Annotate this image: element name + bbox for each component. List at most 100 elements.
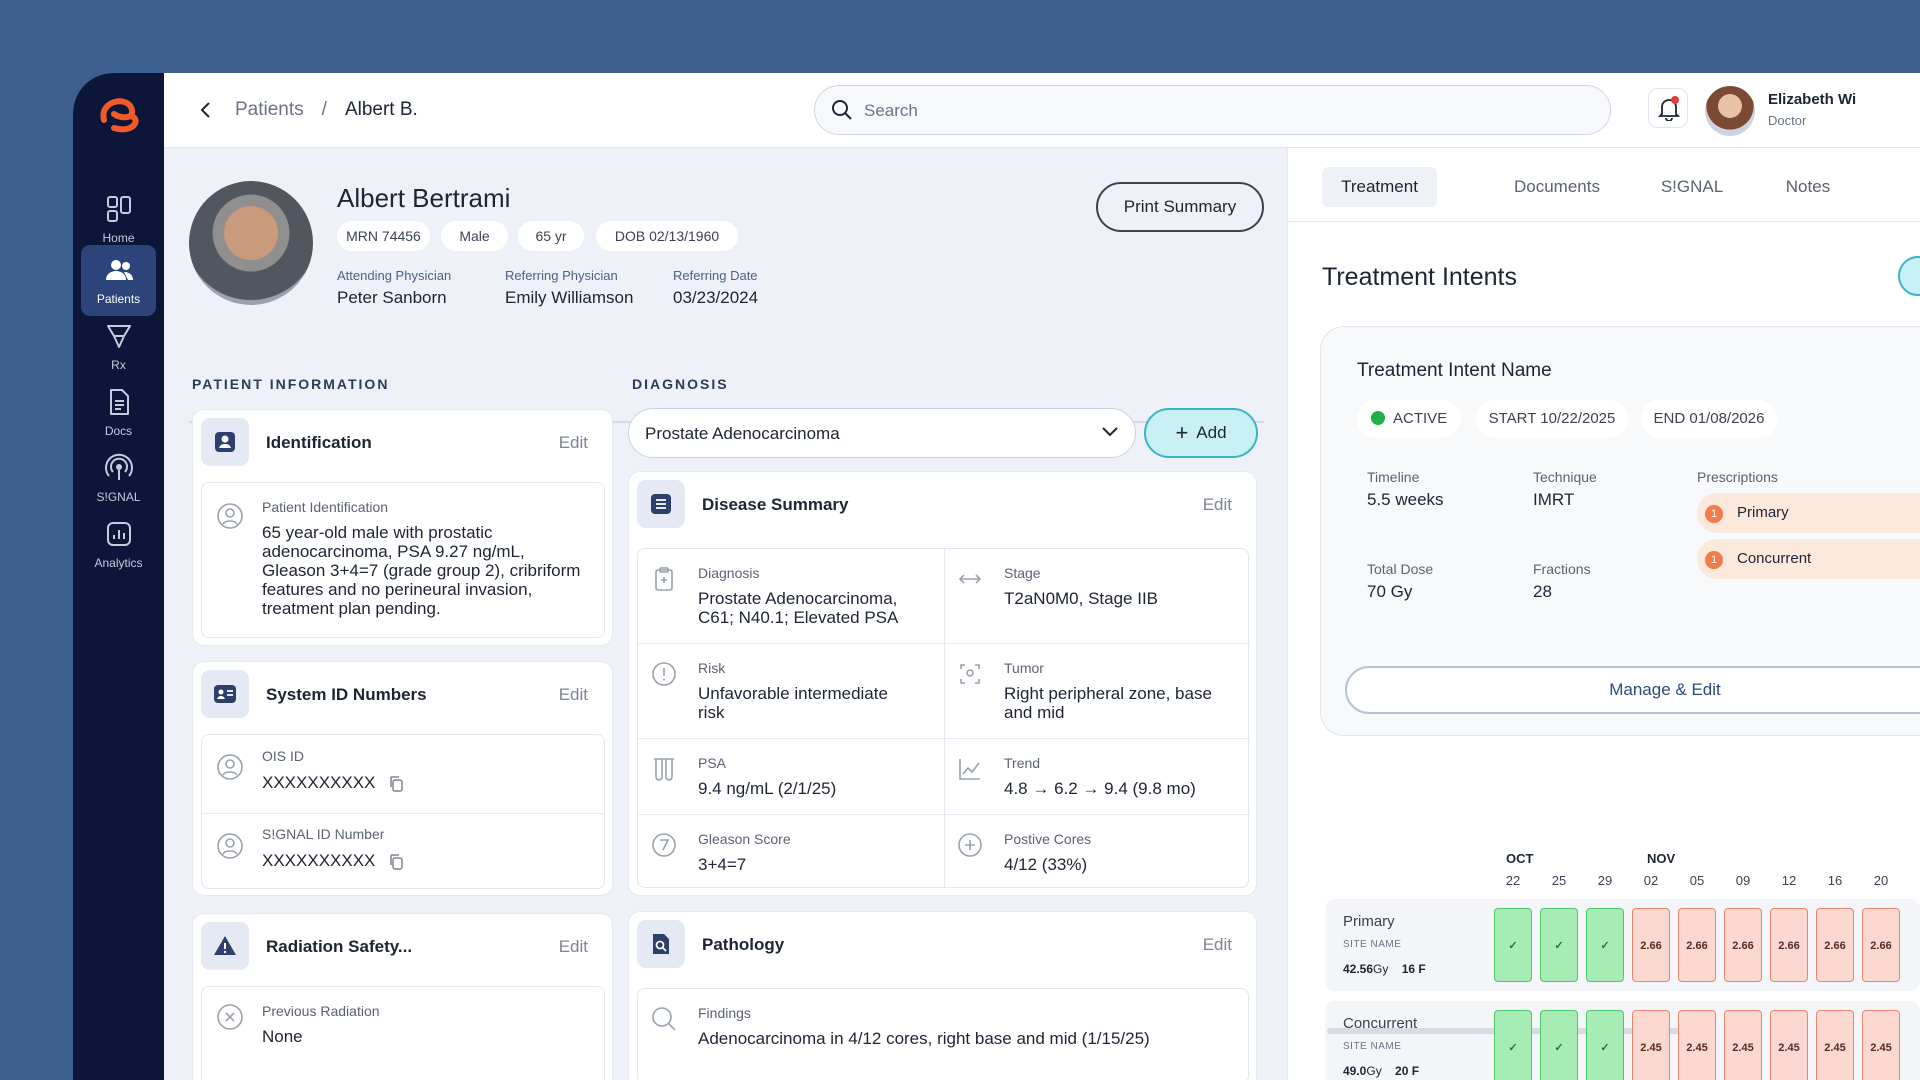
field-label: Patient Identification <box>262 499 389 515</box>
tumor-label: Tumor <box>1004 660 1044 676</box>
fractions-value: 28 <box>1533 582 1552 601</box>
tab-notes[interactable]: Notes <box>1758 167 1858 207</box>
search-input[interactable]: Search <box>814 85 1611 135</box>
tab-treatment[interactable]: Treatment <box>1322 167 1437 207</box>
patient-photo <box>189 181 313 305</box>
radiation-safety-card: Radiation Safety... Edit Previous Radiat… <box>192 913 613 1080</box>
rx-beam-icon <box>107 325 131 348</box>
row-divider <box>202 813 604 814</box>
id-icon <box>201 418 249 466</box>
manage-edit-button[interactable]: Manage & Edit <box>1345 666 1920 714</box>
user-name: Elizabeth Wi <box>1768 91 1857 108</box>
fraction-pending-cell[interactable]: 2.45 <box>1632 1010 1670 1080</box>
tab-signal[interactable]: S!GNAL <box>1633 167 1751 207</box>
treatment-intent-card: Treatment Intent Name ACTIVE START 10/22… <box>1320 326 1920 736</box>
gleason-label: Gleason Score <box>698 831 791 847</box>
prescription-primary[interactable]: 1 Primary <box>1697 493 1920 533</box>
tab-documents[interactable]: Documents <box>1484 167 1630 207</box>
fraction-complete-cell[interactable]: ✓ <box>1494 1010 1532 1080</box>
fraction-pending-cell[interactable]: 2.45 <box>1862 1010 1900 1080</box>
day-label: 05 <box>1689 873 1705 888</box>
identification-edit-button[interactable]: Edit <box>559 433 588 453</box>
day-label: 22 <box>1505 873 1521 888</box>
user-avatar[interactable] <box>1705 86 1755 136</box>
fraction-complete-cell[interactable]: ✓ <box>1494 908 1532 982</box>
pathology-edit-button[interactable]: Edit <box>1203 935 1232 955</box>
row-name: Primary <box>1343 913 1395 930</box>
risk-value: Unfavorable intermediate risk <box>698 684 888 722</box>
signal-id-label: S!GNAL ID Number <box>262 826 385 842</box>
fraction-complete-cell[interactable]: ✓ <box>1586 1010 1624 1080</box>
fraction-pending-cell[interactable]: 2.66 <box>1632 908 1670 982</box>
prescription-count-badge: 1 <box>1705 505 1723 523</box>
system-ids-edit-button[interactable]: Edit <box>559 685 588 705</box>
card-header: Pathology Edit <box>629 912 1256 976</box>
user-circle-icon <box>217 754 243 780</box>
day-label: 25 <box>1551 873 1567 888</box>
system-ids-fields: OIS ID XXXXXXXXXX S!GNAL ID Number XXXXX… <box>201 734 605 889</box>
signal-id-value: XXXXXXXXXX <box>262 851 376 870</box>
fraction-pending-cell[interactable]: 2.45 <box>1770 1010 1808 1080</box>
nav-signal[interactable]: S!GNAL <box>81 443 156 514</box>
prescription-concurrent[interactable]: 1 Concurrent <box>1697 539 1920 579</box>
row-dose-unit: Gy <box>1366 1064 1382 1078</box>
diagnosis-heading: DIAGNOSIS <box>632 376 729 392</box>
ois-id-value: XXXXXXXXXX <box>262 773 376 792</box>
fraction-pending-cell[interactable]: 2.66 <box>1724 908 1762 982</box>
radiation-safety-edit-button[interactable]: Edit <box>559 937 588 957</box>
copy-icon[interactable] <box>388 775 404 793</box>
fraction-pending-cell[interactable]: 2.66 <box>1862 908 1900 982</box>
fraction-pending-cell[interactable]: 2.66 <box>1816 908 1854 982</box>
prescription-label: Primary <box>1737 504 1789 521</box>
add-diagnosis-button[interactable]: + Add <box>1144 408 1258 458</box>
treatment-intents-title: Treatment Intents <box>1322 263 1517 291</box>
breadcrumb-patients-link[interactable]: Patients <box>235 99 304 121</box>
back-chevron-icon[interactable] <box>199 100 213 120</box>
copy-icon[interactable] <box>388 853 404 871</box>
fraction-pending-cell[interactable]: 2.45 <box>1816 1010 1854 1080</box>
fraction-complete-cell[interactable]: ✓ <box>1540 1010 1578 1080</box>
nav-label: Docs <box>104 424 133 438</box>
fraction-pending-cell[interactable]: 2.45 <box>1678 1010 1716 1080</box>
app-logo-icon[interactable] <box>94 90 144 140</box>
add-intent-button[interactable] <box>1898 256 1920 296</box>
attending-value: Peter Sanborn <box>337 288 447 307</box>
app-window: Home Patients Rx Docs S!GNAL Analytics P… <box>73 73 1920 1080</box>
nav-docs[interactable]: Docs <box>81 377 156 448</box>
active-dot <box>1371 411 1385 425</box>
diagnosis-value: Prostate Adenocarcinoma, C61; N40.1; Ele… <box>698 589 899 627</box>
start-date-badge: START 10/22/2025 <box>1476 400 1628 438</box>
nav-label: Patients <box>96 292 141 306</box>
patient-name: Albert Bertrami <box>337 183 511 213</box>
nav-analytics[interactable]: Analytics <box>81 509 156 580</box>
referring-date-label: Referring Date <box>673 268 758 283</box>
notification-dot <box>1671 96 1679 104</box>
prescription-label: Concurrent <box>1737 550 1812 567</box>
fraction-complete-cell[interactable]: ✓ <box>1586 908 1624 982</box>
trend-label: Trend <box>1004 755 1041 771</box>
signal-icon <box>105 453 133 480</box>
fraction-pending-cell[interactable]: 2.45 <box>1724 1010 1762 1080</box>
fraction-pending-cell[interactable]: 2.66 <box>1770 908 1808 982</box>
notifications-button[interactable] <box>1648 88 1688 128</box>
total-dose-label: Total Dose <box>1367 561 1434 577</box>
age-badge: 65 yr <box>518 221 584 251</box>
list-icon <box>637 480 685 528</box>
analytics-icon <box>107 522 131 546</box>
system-ids-title: System ID Numbers <box>266 685 427 704</box>
nav-rx[interactable]: Rx <box>81 311 156 382</box>
status-text: ACTIVE <box>1393 410 1448 427</box>
print-summary-button[interactable]: Print Summary <box>1096 182 1264 232</box>
grid-row <box>638 739 1250 815</box>
positive-cores-value: 4/12 (33%) <box>1004 855 1088 874</box>
breadcrumb-current: Albert B. <box>344 99 418 120</box>
disease-summary-edit-button[interactable]: Edit <box>1203 495 1232 515</box>
pathology-title: Pathology <box>702 935 785 954</box>
fraction-complete-cell[interactable]: ✓ <box>1540 908 1578 982</box>
nav-label: Rx <box>111 358 126 372</box>
fraction-pending-cell[interactable]: 2.66 <box>1678 908 1716 982</box>
nav-patients[interactable]: Patients <box>81 245 156 316</box>
dob-badge: DOB 02/13/1960 <box>596 221 738 251</box>
users-icon <box>106 260 133 280</box>
diagnosis-select[interactable]: Prostate Adenocarcinoma <box>628 408 1136 458</box>
